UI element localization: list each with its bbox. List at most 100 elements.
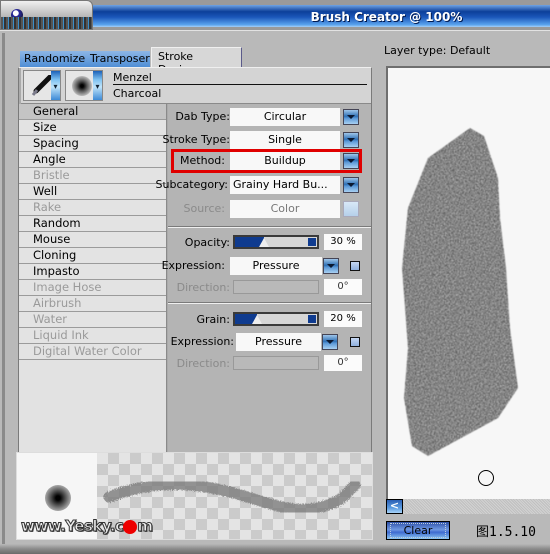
preview-canvas[interactable] — [386, 66, 550, 500]
opacity-slider[interactable] — [233, 235, 319, 249]
charcoal-scribble — [402, 128, 518, 456]
subcategory-label: Subcategory: — [155, 178, 228, 191]
category-rake: Rake — [19, 200, 166, 216]
category-size[interactable]: Size — [19, 120, 166, 136]
chevron-down-icon[interactable] — [323, 258, 339, 274]
category-digital-water-color: Digital Water Color — [19, 344, 166, 360]
dab-type-label: Dab Type: — [175, 110, 230, 123]
opacity-value[interactable]: 30 % — [324, 234, 362, 250]
chevron-down-icon[interactable]: ▾ — [51, 71, 60, 100]
title-bar-band[interactable]: Brush Creator @ 100% — [93, 5, 550, 27]
category-cloning[interactable]: Cloning — [19, 248, 166, 264]
category-water: Water — [19, 312, 166, 328]
stroke-type-row: Stroke Type: Single — [162, 131, 371, 149]
grain-direction-slider — [233, 356, 319, 370]
tab-transposer[interactable]: Transposer — [86, 51, 150, 67]
stroke-preview: www.Yesky.c m — [16, 452, 373, 540]
dab-preview-icon — [45, 485, 71, 511]
method-select[interactable]: Buildup — [230, 152, 340, 170]
chevron-down-icon[interactable] — [343, 177, 359, 193]
method-row: Method: Buildup — [168, 152, 371, 170]
grain-direction-row: Direction: 0° — [168, 355, 371, 373]
canvas-horizontal-scrollbar[interactable]: < — [386, 499, 550, 514]
brush-cursor-icon — [478, 470, 494, 486]
category-well[interactable]: Well — [19, 184, 166, 200]
subcategory-row: Subcategory: Grainy Hard Bu... — [156, 176, 371, 194]
opacity-direction-row: Direction: 0° — [168, 279, 371, 297]
watermark-badge-icon — [123, 519, 138, 534]
scroll-left-button[interactable]: < — [386, 499, 403, 514]
slider-left-arrow-icon[interactable] — [236, 238, 244, 246]
opacity-expression-label: Expression: — [161, 259, 225, 272]
grain-label: Grain: — [196, 313, 230, 326]
tab-stroke-designer[interactable]: Stroke Designer — [151, 47, 242, 76]
category-random[interactable]: Random — [19, 216, 166, 232]
watermark-tail: m — [137, 517, 154, 536]
grain-expression-select[interactable]: Pressure — [236, 333, 321, 351]
grain-expression-label: Expression: — [170, 335, 234, 348]
opacity-label: Opacity: — [184, 236, 230, 249]
category-image-hose: Image Hose — [19, 280, 166, 296]
opacity-expression-row: Expression: Pressure — [162, 257, 371, 275]
source-label: Source: — [183, 202, 226, 215]
grain-value[interactable]: 20 % — [324, 311, 362, 327]
app-tab[interactable] — [0, 0, 93, 30]
grain-slider-handle[interactable] — [252, 315, 263, 324]
grain-invert-checkbox[interactable] — [350, 337, 360, 347]
opacity-row: Opacity: 30 % — [168, 234, 371, 252]
opacity-invert-checkbox[interactable] — [350, 261, 360, 271]
brush-variant-name[interactable]: Charcoal — [113, 87, 161, 100]
grip-texture — [1, 17, 92, 29]
tab-randomizer[interactable]: Randomizer — [20, 51, 90, 67]
divider — [168, 226, 371, 228]
opacity-slider-handle[interactable] — [258, 238, 269, 247]
category-bristle: Bristle — [19, 168, 166, 184]
grain-direction-value: 0° — [324, 355, 362, 371]
category-angle[interactable]: Angle — [19, 152, 166, 168]
dab-type-select[interactable]: Circular — [230, 108, 340, 126]
category-spacing[interactable]: Spacing — [19, 136, 166, 152]
pencil-icon — [31, 75, 52, 96]
opacity-direction-slider — [233, 280, 319, 294]
category-general[interactable]: General — [19, 104, 166, 120]
stroke-type-label: Stroke Type: — [162, 133, 230, 146]
dab-type-row: Dab Type: Circular — [168, 108, 371, 126]
general-settings: Dab Type: Circular Stroke Type: Single M… — [156, 104, 371, 472]
source-select: Color — [230, 200, 340, 218]
dab-picker[interactable]: ▾ — [65, 70, 103, 101]
layer-type-label: Layer type: Default — [384, 44, 491, 57]
chevron-down-icon[interactable] — [343, 109, 359, 125]
chevron-down-icon — [343, 201, 359, 217]
title-bar: Brush Creator @ 100% — [0, 0, 550, 30]
stroke-category-list: General Size Spacing Angle Bristle Well … — [19, 104, 167, 472]
watermark-main: www.Yesky.c — [20, 517, 124, 536]
grain-slider[interactable] — [233, 312, 319, 326]
brush-category-name[interactable]: Menzel — [113, 71, 367, 85]
chevron-down-icon[interactable] — [343, 153, 359, 169]
opacity-direction-label: Direction: — [176, 281, 230, 294]
chevron-down-icon[interactable] — [322, 334, 338, 350]
chevron-down-icon[interactable] — [343, 132, 359, 148]
variant-selector: ▾ ▾ Menzel Charcoal — [21, 68, 371, 104]
stroke-type-select[interactable]: Single — [230, 131, 340, 149]
source-row: Source: Color — [168, 200, 371, 218]
chevron-down-icon[interactable]: ▾ — [93, 71, 102, 100]
opacity-direction-value: 0° — [324, 279, 362, 295]
grain-direction-label: Direction: — [176, 357, 230, 370]
category-mouse[interactable]: Mouse — [19, 232, 166, 248]
slider-right-arrow-icon[interactable] — [308, 315, 316, 323]
subcategory-select[interactable]: Grainy Hard Bu... — [230, 176, 340, 194]
grain-row: Grain: 20 % — [168, 311, 371, 329]
category-airbrush: Airbrush — [19, 296, 166, 312]
opacity-expression-select[interactable]: Pressure — [230, 257, 322, 275]
clear-button[interactable]: Clear — [386, 521, 450, 540]
category-liquid-ink: Liquid Ink — [19, 328, 166, 344]
brush-category-picker[interactable]: ▾ — [23, 70, 61, 101]
slider-right-arrow-icon[interactable] — [308, 238, 316, 246]
dab-preview-icon — [72, 76, 92, 96]
category-impasto[interactable]: Impasto — [19, 264, 166, 280]
divider — [168, 302, 371, 304]
slider-left-arrow-icon[interactable] — [236, 315, 244, 323]
figure-caption: 图1.5.10 — [476, 525, 536, 540]
window-title: Brush Creator @ 100% — [310, 10, 463, 24]
